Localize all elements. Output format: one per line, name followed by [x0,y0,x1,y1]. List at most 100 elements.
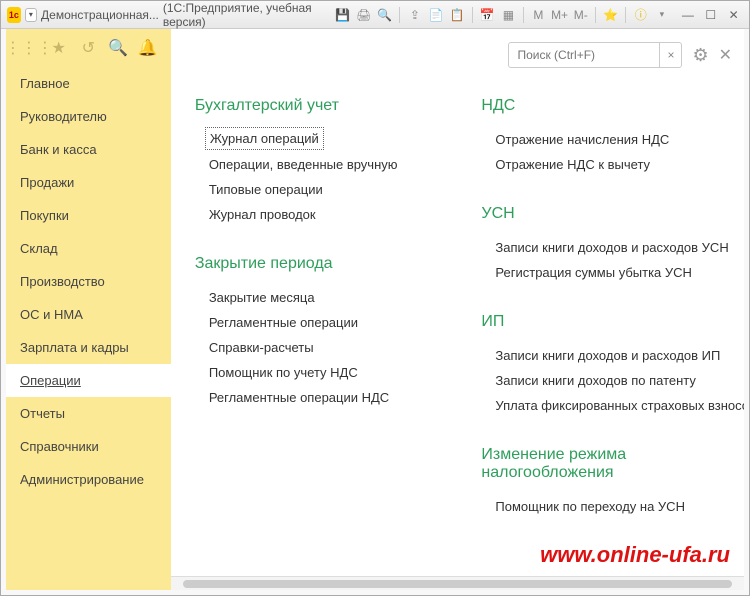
sidebar-item-1[interactable]: Руководителю [6,100,171,133]
app-body: ⋮⋮⋮ ★ ↺ 🔍 🔔 Главное Руководителю Банк и ка… [1,29,749,595]
maximize-button[interactable]: ☐ [701,6,720,24]
sidebar-item-label: Зарплата и кадры [20,340,129,355]
mem-m[interactable]: M [530,5,547,25]
section-item[interactable]: Закрытие месяца [195,285,434,310]
search-clear-button[interactable]: × [659,43,681,67]
sidebar-item-4[interactable]: Покупки [6,199,171,232]
sidebar-item-3[interactable]: Продажи [6,166,171,199]
content-pane: × ⚙ ✕ Бухгалтерский учетЖурнал операцийО… [171,29,744,590]
app-window: 1c ▾ Демонстрационная... (1С:Предприятие… [0,0,750,596]
section-item[interactable]: Журнал проводок [195,202,434,227]
section-title[interactable]: УСН [481,205,720,223]
section: Закрытие периодаЗакрытие месяцаРегламент… [195,255,434,410]
favorites-icon[interactable]: ⭐ [602,5,619,25]
section-item[interactable]: Операции, введенные вручную [195,152,434,177]
section-item[interactable]: Уплата фиксированных страховых взносов [481,393,720,418]
section-item[interactable]: Журнал операций [205,127,324,150]
history-icon[interactable]: ↺ [76,36,100,60]
section-item[interactable]: Отражение НДС к вычету [481,152,720,177]
close-button[interactable]: ✕ [724,6,743,24]
section-item[interactable]: Отражение начисления НДС [481,127,720,152]
preview-icon[interactable]: 🔍 [376,5,393,25]
sidebar-item-6[interactable]: Производство [6,265,171,298]
section-item[interactable]: Помощник по переходу на УСН [481,494,720,519]
upload-icon[interactable]: ⇪ [406,5,423,25]
copy-icon[interactable]: 📄 [428,5,445,25]
sidebar-item-label: Главное [20,76,70,91]
section-item[interactable]: Записи книги доходов по патенту [481,368,720,393]
minimize-button[interactable]: — [679,6,698,24]
sidebar-item-label: Справочники [20,439,99,454]
separator [472,7,473,23]
section-title[interactable]: Закрытие периода [195,255,434,273]
separator [625,7,626,23]
info-dropdown-icon[interactable]: ▾ [653,5,670,25]
search-icon[interactable]: 🔍 [106,36,130,60]
separator [523,7,524,23]
sidebar-item-label: Продажи [20,175,74,190]
content-header: × ⚙ ✕ [171,29,744,81]
sidebar-item-9[interactable]: Операции [6,364,171,397]
right-column: НДС Отражение начисления НДСОтражение НДС… [481,97,720,547]
sidebar: ⋮⋮⋮ ★ ↺ 🔍 🔔 Главное Руководителю Банк и ка… [6,29,171,590]
sidebar-item-label: Покупки [20,208,69,223]
gear-icon[interactable]: ⚙ [692,45,708,66]
section-item[interactable]: Регистрация суммы убытка УСН [481,260,720,285]
mem-mminus[interactable]: M- [572,5,589,25]
star-icon[interactable]: ★ [47,36,71,60]
apps-icon[interactable]: ⋮⋮⋮ [17,36,41,60]
search-input[interactable] [509,48,659,62]
section: Бухгалтерский учет Журнал операцийОпераци… [195,97,434,227]
bell-icon[interactable]: 🔔 [136,36,160,60]
sidebar-list: Главное Руководителю Банк и касса Продажи По… [6,67,171,590]
sidebar-item-label: Операции [20,373,81,388]
section: НДС Отражение начисления НДСОтражение НДС… [481,97,720,177]
section: ИП Записи книги доходов и расходов ИПЗапи… [481,313,720,418]
calendar-icon[interactable]: 📅 [479,5,496,25]
section-title[interactable]: Изменение режима налогообложения [481,446,720,482]
section-item[interactable]: Записи книги доходов и расходов УСН [481,235,720,260]
sidebar-item-7[interactable]: ОС и НМА [6,298,171,331]
print-icon[interactable]: 🖨 [355,5,372,25]
section-item[interactable]: Регламентные операции [195,310,434,335]
info-icon[interactable]: ⓘ [632,5,649,25]
left-column: Бухгалтерский учет Журнал операцийОпераци… [195,97,434,547]
sidebar-item-8[interactable]: Зарплата и кадры [6,331,171,364]
section-item[interactable]: Помощник по учету НДС [195,360,434,385]
window-title-suffix: (1С:Предприятие, учебная версия) [163,1,330,29]
section-item[interactable]: Типовые операции [195,177,434,202]
sidebar-item-label: Производство [20,274,105,289]
section-item[interactable]: Справки-расчеты [195,335,434,360]
save-icon[interactable]: 💾 [334,5,351,25]
sidebar-item-10[interactable]: Отчеты [6,397,171,430]
panel-close-icon[interactable]: ✕ [719,45,732,65]
sidebar-item-label: Отчеты [20,406,65,421]
sidebar-item-label: Администрирование [20,472,144,487]
separator [399,7,400,23]
sidebar-item-label: Руководителю [20,109,107,124]
window-title-app: Демонстрационная... [41,8,159,22]
scrollbar-thumb[interactable] [183,580,732,588]
titlebar: 1c ▾ Демонстрационная... (1С:Предприятие… [1,1,749,29]
sidebar-item-2[interactable]: Банк и касса [6,133,171,166]
separator [595,7,596,23]
sidebar-item-label: Банк и касса [20,142,97,157]
calc-icon[interactable]: ▦ [500,5,517,25]
section-title[interactable]: ИП [481,313,720,331]
section: УСН Записи книги доходов и расходов УСНРе… [481,205,720,285]
sidebar-item-11[interactable]: Справочники [6,430,171,463]
section-item[interactable]: Регламентные операции НДС [195,385,434,410]
sidebar-item-5[interactable]: Склад [6,232,171,265]
search-box: × [508,42,682,68]
menu-dropdown-icon[interactable]: ▾ [25,8,37,22]
sidebar-item-12[interactable]: Администрирование [6,463,171,496]
section-item[interactable]: Записи книги доходов и расходов ИП [481,343,720,368]
horizontal-scrollbar[interactable] [171,576,744,590]
sidebar-item-0[interactable]: Главное [6,67,171,100]
mem-mplus[interactable]: M+ [551,5,568,25]
section-title[interactable]: Бухгалтерский учет [195,97,434,115]
section-title[interactable]: НДС [481,97,720,115]
paste-icon[interactable]: 📋 [449,5,466,25]
sidebar-item-label: Склад [20,241,58,256]
sidebar-item-label: ОС и НМА [20,307,83,322]
